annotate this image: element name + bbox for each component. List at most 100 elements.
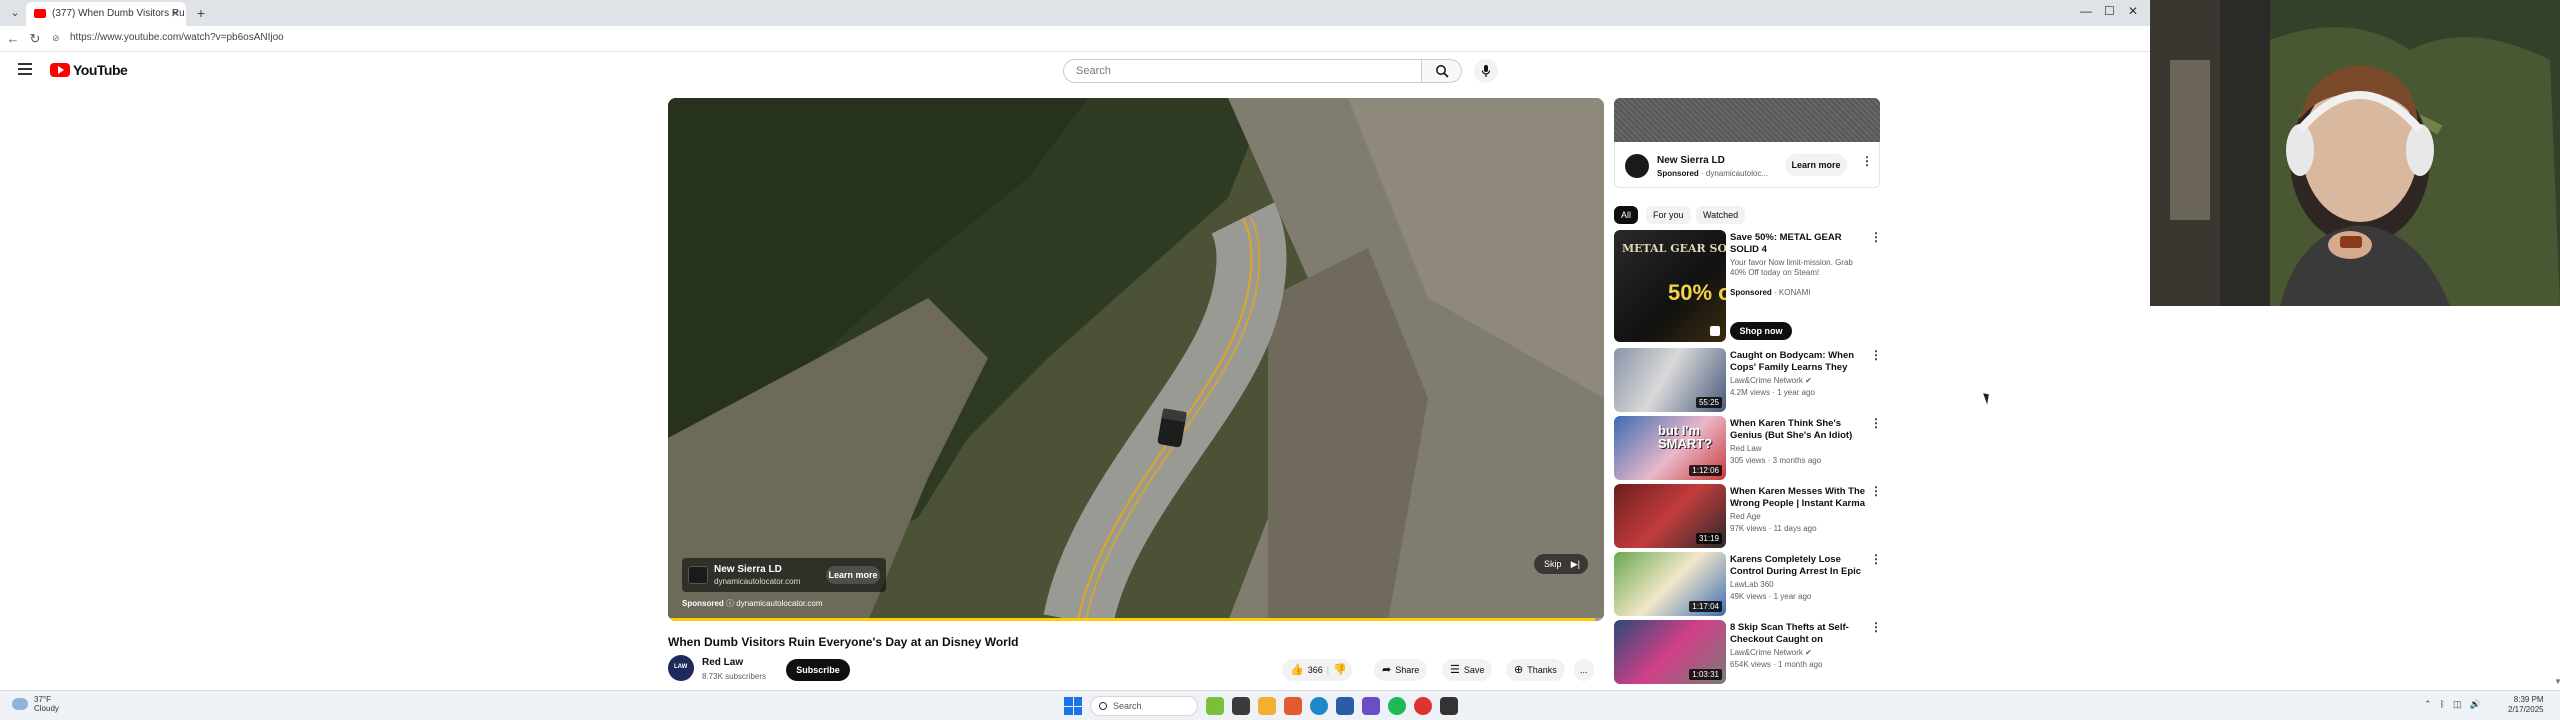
address-bar[interactable]: https://www.youtube.com/watch?v=pb6osANI… (70, 32, 284, 43)
channel-name[interactable]: LawLab 360 (1730, 580, 1774, 589)
channel-name[interactable]: Law&Crime Network ✔ (1730, 648, 1812, 657)
chrome-app-icon[interactable] (1414, 697, 1432, 715)
youtube-logo[interactable]: YouTube (50, 62, 128, 78)
sidebar-ad-sponsored: Sponsored (1657, 169, 1699, 178)
tray-expand-icon[interactable]: ⌃ (2424, 699, 2432, 710)
tab-menu-icon[interactable]: ⌄ (6, 4, 24, 22)
weather-widget[interactable]: 37°F Cloudy (12, 695, 59, 713)
volume-icon[interactable]: 🔊 (2469, 699, 2480, 710)
desktop: ⌄ (377) When Dumb Visitors Ru ✕ + — ☐ ✕ … (0, 0, 2560, 720)
channel-name[interactable]: Red Law (702, 657, 743, 668)
back-icon[interactable]: ← (4, 30, 22, 48)
channel-name[interactable]: Law&Crime Network ✔ (1730, 376, 1812, 385)
video-thumbnail[interactable]: but I'm SMART? 1:12:06 (1614, 416, 1726, 480)
more-options-icon[interactable]: ⋮ (1870, 553, 1882, 565)
obs-app-icon[interactable] (1440, 697, 1458, 715)
duration-badge: 31:19 (1695, 533, 1722, 544)
list-item[interactable]: 31:19 When Karen Messes With The Wrong P… (1614, 484, 1882, 548)
new-tab-icon[interactable]: + (192, 4, 210, 22)
menu-icon[interactable] (18, 63, 32, 75)
close-window-icon[interactable]: ✕ (2128, 4, 2138, 18)
taskbar-search[interactable]: Search (1090, 696, 1198, 716)
search-input[interactable]: Search (1063, 59, 1422, 83)
sponsored-game-card[interactable]: METAL GEAR SOLID 50% off Save 50%: METAL… (1614, 230, 1882, 342)
terminal-app-icon[interactable] (1336, 697, 1354, 715)
sponsored-title[interactable]: Save 50%: METAL GEAR SOLID 4 (1730, 232, 1868, 256)
video-thumbnail[interactable]: 1:03:31 (1614, 620, 1726, 684)
like-icon[interactable]: 👍 (1290, 659, 1304, 681)
video-thumbnail[interactable]: 31:19 (1614, 484, 1726, 548)
close-tab-icon[interactable]: ✕ (171, 2, 180, 26)
ad-meta-domain[interactable]: dynamicautolocator.com (736, 599, 822, 608)
shop-now-button[interactable]: Shop now (1730, 322, 1792, 340)
discord-app-icon[interactable] (1362, 697, 1380, 715)
spotify-app-icon[interactable] (1388, 697, 1406, 715)
external-link-icon (1710, 326, 1720, 336)
chip-watched[interactable]: Watched (1696, 206, 1746, 224)
video-title[interactable]: Caught on Bodycam: When Cops' Family Lea… (1730, 350, 1868, 374)
list-item[interactable]: 1:17:04 Karens Completely Lose Control D… (1614, 552, 1882, 616)
video-meta: 49K views · 1 year ago (1730, 592, 1812, 601)
task-view-icon[interactable] (1232, 697, 1250, 715)
duration-badge: 1:17:04 (1689, 601, 1722, 612)
start-icon[interactable] (1064, 697, 1082, 715)
sidebar-ad-banner[interactable] (1614, 98, 1880, 142)
voice-search-button[interactable] (1474, 59, 1498, 83)
maximize-icon[interactable]: ☐ (2104, 4, 2115, 18)
scroll-down-icon[interactable]: ▼ (2554, 677, 2560, 686)
video-title[interactable]: When Karen Messes With The Wrong People … (1730, 486, 1868, 510)
sponsored-thumbnail[interactable]: METAL GEAR SOLID 50% off (1614, 230, 1726, 342)
list-item[interactable]: 55:25 Caught on Bodycam: When Cops' Fami… (1614, 348, 1882, 412)
save-button[interactable]: ☰ Save (1442, 659, 1493, 681)
more-options-icon[interactable]: ⋮ (1870, 621, 1882, 633)
weather-temp: 37°F (34, 695, 51, 704)
thanks-button[interactable]: ⊕ Thanks (1506, 659, 1565, 681)
more-options-icon[interactable]: ⋮ (1870, 349, 1882, 361)
network-icon[interactable]: ◫ (2453, 699, 2462, 710)
bluetooth-icon[interactable]: ᛒ (2440, 699, 2445, 710)
file-explorer-icon[interactable] (1258, 697, 1276, 715)
video-title[interactable]: When Karen Think She's Genius (But She's… (1730, 418, 1868, 442)
more-actions-button[interactable]: ... (1574, 659, 1594, 681)
site-info-icon[interactable]: ⊘ (52, 33, 60, 44)
more-options-icon[interactable]: ⋮ (1870, 417, 1882, 429)
list-item[interactable]: but I'm SMART? 1:12:06 When Karen Think … (1614, 416, 1882, 480)
video-title[interactable]: Karens Completely Lose Control During Ar… (1730, 554, 1868, 578)
ad-learn-more-button[interactable]: Learn more (826, 566, 880, 584)
dislike-icon[interactable]: 👎 (1333, 659, 1347, 681)
video-thumbnail[interactable]: 55:25 (1614, 348, 1726, 412)
video-title[interactable]: 8 Skip Scan Thefts at Self-Checkout Caug… (1730, 622, 1868, 646)
youtube-masthead: YouTube Search (0, 52, 2150, 92)
channel-name[interactable]: Red Law (1730, 444, 1762, 453)
ad-title: New Sierra LD (714, 564, 782, 575)
minimize-icon[interactable]: — (2080, 4, 2092, 18)
info-icon[interactable]: ⓘ (726, 599, 736, 608)
search-button[interactable] (1422, 59, 1462, 83)
sidebar-ad-learn-more-button[interactable]: Learn more (1785, 154, 1847, 176)
widgets-app-icon[interactable] (1206, 697, 1224, 715)
sidebar-ad-title[interactable]: New Sierra LD (1657, 155, 1725, 166)
system-clock[interactable]: 8:39 PM 2/17/2025 (2508, 695, 2544, 715)
like-count[interactable]: 366 (1308, 659, 1323, 681)
list-item[interactable]: 1:03:31 8 Skip Scan Thefts at Self-Check… (1614, 620, 1882, 684)
more-options-icon[interactable]: ⋮ (1870, 485, 1882, 497)
ad-progress-bar[interactable] (668, 618, 1604, 621)
skip-ad-button[interactable]: Skip ▶| (1534, 554, 1588, 574)
edge-browser-icon[interactable] (1310, 697, 1328, 715)
chip-for-you[interactable]: For you (1646, 206, 1691, 224)
chip-all[interactable]: All (1614, 206, 1639, 224)
reload-icon[interactable]: ↻ (26, 30, 44, 48)
browser-toolbar: ← ↻ ⊘ https://www.youtube.com/watch?v=pb… (0, 26, 2150, 52)
sponsored-kebab-icon[interactable]: ⋮ (1870, 231, 1882, 243)
channel-name[interactable]: Red Age (1730, 512, 1761, 521)
share-button[interactable]: ➦ Share (1374, 659, 1428, 681)
browser-tab[interactable]: (377) When Dumb Visitors Ru ✕ (26, 2, 186, 26)
subscribe-button[interactable]: Subscribe (786, 659, 850, 681)
channel-avatar[interactable] (668, 655, 694, 681)
video-player[interactable]: New Sierra LD dynamicautolocator.com Lea… (668, 98, 1604, 621)
ad-kebab-icon[interactable]: ⋮ (1861, 155, 1873, 167)
store-app-icon[interactable] (1284, 697, 1302, 715)
sponsored-advertiser: KONAMI (1778, 288, 1811, 297)
video-thumbnail[interactable]: 1:17:04 (1614, 552, 1726, 616)
ad-overlay-card[interactable]: New Sierra LD dynamicautolocator.com Lea… (682, 558, 886, 592)
